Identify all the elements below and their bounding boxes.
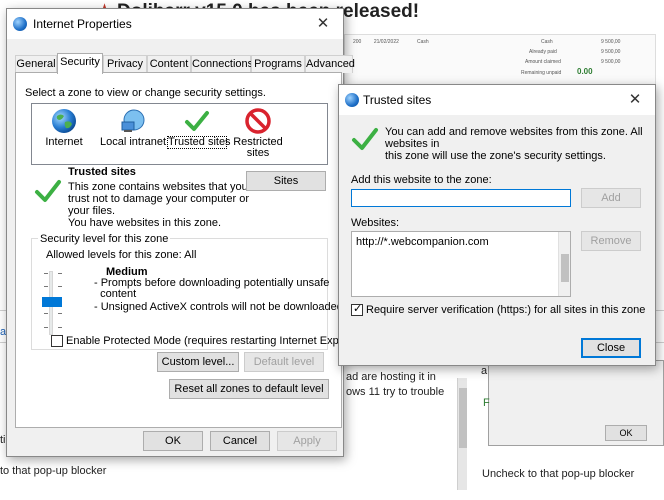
background-scrollbar[interactable] — [457, 378, 467, 490]
scroll-thumb[interactable] — [561, 254, 569, 282]
tab-programs[interactable]: Programs — [251, 55, 305, 73]
background-dialog: a F OK — [481, 360, 664, 446]
tab-privacy[interactable]: Privacy — [103, 55, 147, 73]
tab-content[interactable]: Content — [147, 55, 191, 73]
globe-icon — [52, 109, 76, 133]
shot-cell: Amount claimed — [525, 59, 561, 65]
window-title: Internet Properties — [33, 17, 132, 31]
custom-level-button[interactable]: Custom level... — [157, 352, 239, 372]
snippet-text: F — [483, 397, 490, 409]
tab-advanced[interactable]: Advanced — [305, 55, 355, 73]
window-title: Trusted sites — [363, 93, 432, 107]
ok-button[interactable]: OK — [143, 431, 203, 451]
shot-cell: 9 500,00 — [601, 49, 621, 55]
require-https-label: Require server verification (https:) for… — [366, 304, 646, 316]
checkmark-icon — [352, 128, 378, 150]
shot-cell: 9 500,00 — [601, 59, 621, 65]
website-list-item[interactable]: http://*.webcompanion.com — [356, 236, 489, 248]
zone-local-intranet[interactable]: Local intranet — [98, 108, 168, 148]
checkmark-icon — [185, 111, 209, 131]
info-text: You can add and remove websites from thi… — [385, 126, 643, 162]
tab-general[interactable]: General — [15, 55, 57, 73]
add-site-label: Add this website to the zone: — [351, 174, 492, 186]
level-bullet: - Prompts before downloading potentially… — [94, 277, 330, 300]
snippet-text: ad are hosting it in — [346, 371, 436, 383]
trusted-sites-dialog: Trusted sites ✕ You can add and remove w… — [338, 84, 656, 366]
embedded-screenshot: 200 21/02/2022 Cash Cash 9 500,00 Alread… — [344, 34, 656, 88]
close-icon[interactable]: ✕ — [303, 9, 343, 39]
websites-label: Websites: — [351, 217, 400, 229]
group-legend: Security level for this zone — [38, 233, 171, 245]
default-level-button[interactable]: Default level — [244, 352, 324, 372]
security-tab-panel: Select a zone to view or change security… — [15, 72, 364, 428]
tab-security[interactable]: Security — [57, 53, 103, 74]
zone-label: Restricted sites — [233, 136, 283, 159]
shot-cell: 9 500,00 — [601, 39, 621, 45]
zone-list: Internet Local intranet Trusted sites Re… — [31, 103, 328, 165]
zone-label: Trusted sites — [167, 136, 231, 149]
require-https-checkbox[interactable] — [351, 302, 363, 316]
shot-cell: Cash — [541, 39, 553, 45]
zone-restricted-sites[interactable]: Restricted sites — [232, 108, 284, 159]
shot-total: 0.00 — [577, 67, 593, 76]
no-entry-icon — [245, 108, 271, 134]
shot-row: 200 21/02/2022 Cash — [353, 39, 429, 45]
add-button[interactable]: Add — [581, 188, 641, 208]
title-bar: Internet Properties ✕ — [7, 9, 343, 39]
zone-prompt: Select a zone to view or change security… — [25, 87, 266, 99]
protected-mode-checkbox[interactable] — [51, 335, 63, 347]
internet-properties-dialog: Internet Properties ✕ General Security P… — [6, 8, 364, 457]
reset-all-zones-button[interactable]: Reset all zones to default level — [169, 379, 329, 399]
snippet-text: Uncheck to that pop-up blocker — [482, 468, 635, 480]
list-scrollbar[interactable] — [558, 232, 570, 296]
zone-internet[interactable]: Internet — [42, 108, 86, 148]
zone-label: Internet — [45, 136, 83, 148]
zone-label: Local intranet — [99, 136, 167, 148]
security-level-group: Security level for this zone Allowed lev… — [31, 233, 343, 350]
internet-options-icon — [345, 93, 359, 107]
sites-button[interactable]: Sites — [246, 171, 326, 191]
slider-thumb[interactable] — [42, 297, 62, 307]
zone-title: Trusted sites — [68, 166, 136, 178]
zone-description: This zone contains websites that you tru… — [68, 181, 249, 229]
allowed-levels-label: Allowed levels for this zone: All — [46, 249, 197, 261]
zone-trusted-sites[interactable]: Trusted sites — [167, 108, 231, 149]
title-bar: Trusted sites ✕ — [339, 85, 655, 115]
snippet-text: ows 11 try to trouble — [346, 386, 445, 398]
cancel-button[interactable]: Cancel — [210, 431, 270, 451]
shot-cell: Remaining unpaid — [521, 70, 562, 76]
snippet-text: to that pop-up blocker — [0, 465, 107, 477]
snippet-text: ti — [0, 434, 6, 446]
network-icon — [121, 109, 145, 132]
internet-options-icon — [13, 17, 27, 31]
snippet-text: a — [481, 365, 488, 377]
checkmark-icon — [35, 180, 61, 202]
websites-list: http://*.webcompanion.com — [351, 231, 571, 297]
remove-button[interactable]: Remove — [581, 231, 641, 251]
add-site-input[interactable] — [351, 189, 571, 207]
close-icon[interactable]: ✕ — [615, 85, 655, 115]
protected-mode-label: Enable Protected Mode (requires restarti… — [66, 335, 365, 347]
apply-button[interactable]: Apply — [277, 431, 337, 451]
shot-cell: Already paid — [529, 49, 557, 55]
level-bullet: - Unsigned ActiveX controls will not be … — [94, 301, 343, 313]
tab-connections[interactable]: Connections — [191, 55, 253, 73]
close-button[interactable]: Close — [581, 338, 641, 358]
background-ok-button[interactable]: OK — [605, 425, 647, 441]
